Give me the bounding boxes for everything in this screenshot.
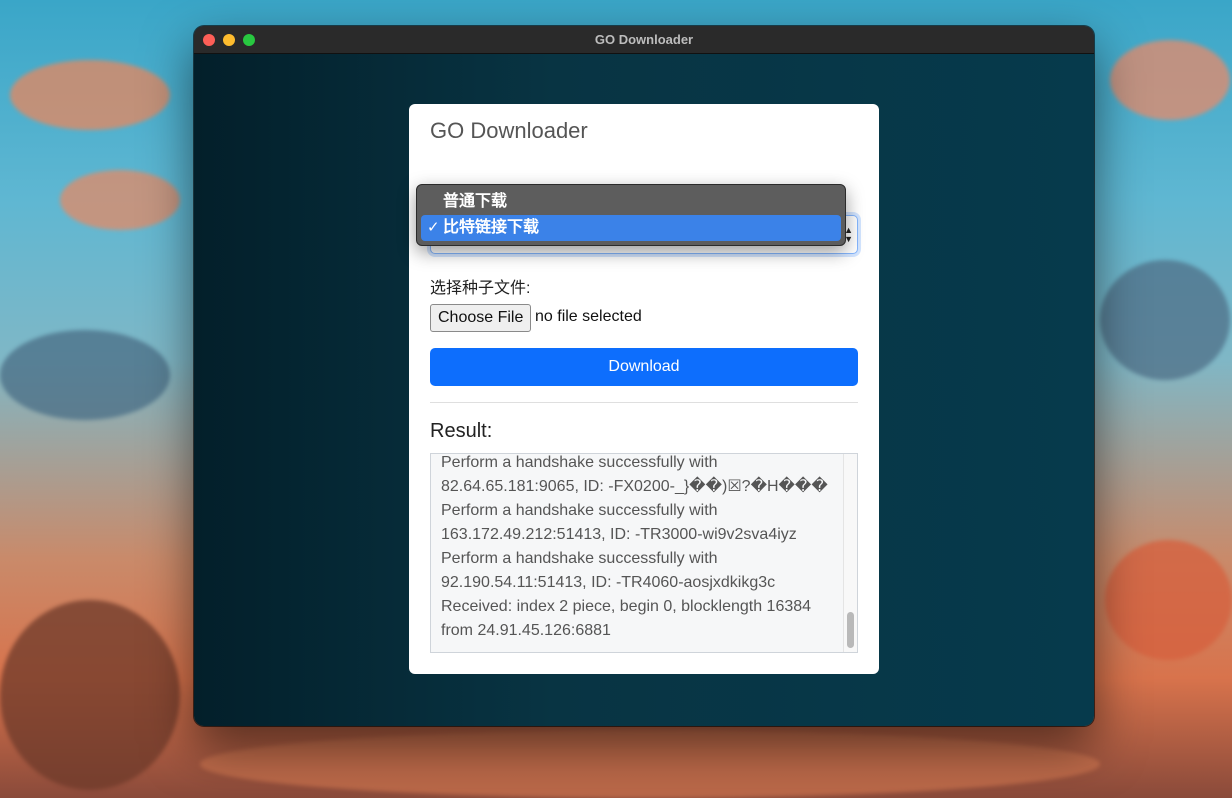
scrollbar-thumb[interactable] xyxy=(847,612,854,648)
download-button[interactable]: Download xyxy=(430,348,858,386)
checkmark-icon: ✓ xyxy=(427,219,440,236)
seed-file-label: 选择种子文件: xyxy=(430,280,531,297)
choose-file-button[interactable]: Choose File xyxy=(430,304,532,332)
traffic-lights xyxy=(203,34,255,46)
option-label: 比特链接下载 xyxy=(443,219,540,236)
wallpaper-cloud xyxy=(1100,260,1230,380)
wallpaper-cloud xyxy=(200,730,1100,798)
title-bar[interactable]: GO Downloader xyxy=(194,26,1094,54)
wallpaper-cloud xyxy=(0,330,170,420)
wallpaper-cloud xyxy=(1110,40,1230,120)
scrollbar-track[interactable] xyxy=(843,454,857,652)
option-label: 普通下载 xyxy=(443,193,508,210)
result-heading: Result: xyxy=(430,420,493,442)
result-text: Perform a handshake successfully with 82… xyxy=(441,454,833,639)
divider xyxy=(430,402,858,403)
wallpaper-cloud xyxy=(60,170,180,230)
window-title: GO Downloader xyxy=(594,32,694,47)
option-torrent-download[interactable]: ✓ 比特链接下载 xyxy=(421,215,841,241)
wallpaper-cloud xyxy=(1105,540,1232,660)
option-normal-download[interactable]: 普通下载 xyxy=(421,189,841,215)
minimize-button[interactable] xyxy=(223,34,235,46)
file-status: no file selected xyxy=(535,308,642,325)
wallpaper-cloud xyxy=(10,60,170,130)
app-window: GO Downloader GO Downloader ▲ ▼ 普通下载 ✓ 比特… xyxy=(194,26,1094,726)
main-card: GO Downloader ▲ ▼ 普通下载 ✓ 比特链接下载 选择种子文件: C… xyxy=(409,104,879,674)
result-output[interactable]: Perform a handshake successfully with 82… xyxy=(430,453,858,653)
page-title: GO Downloader xyxy=(430,118,588,143)
download-mode-dropdown: 普通下载 ✓ 比特链接下载 xyxy=(416,184,846,246)
wallpaper-cloud xyxy=(0,600,180,790)
close-button[interactable] xyxy=(203,34,215,46)
zoom-button[interactable] xyxy=(243,34,255,46)
